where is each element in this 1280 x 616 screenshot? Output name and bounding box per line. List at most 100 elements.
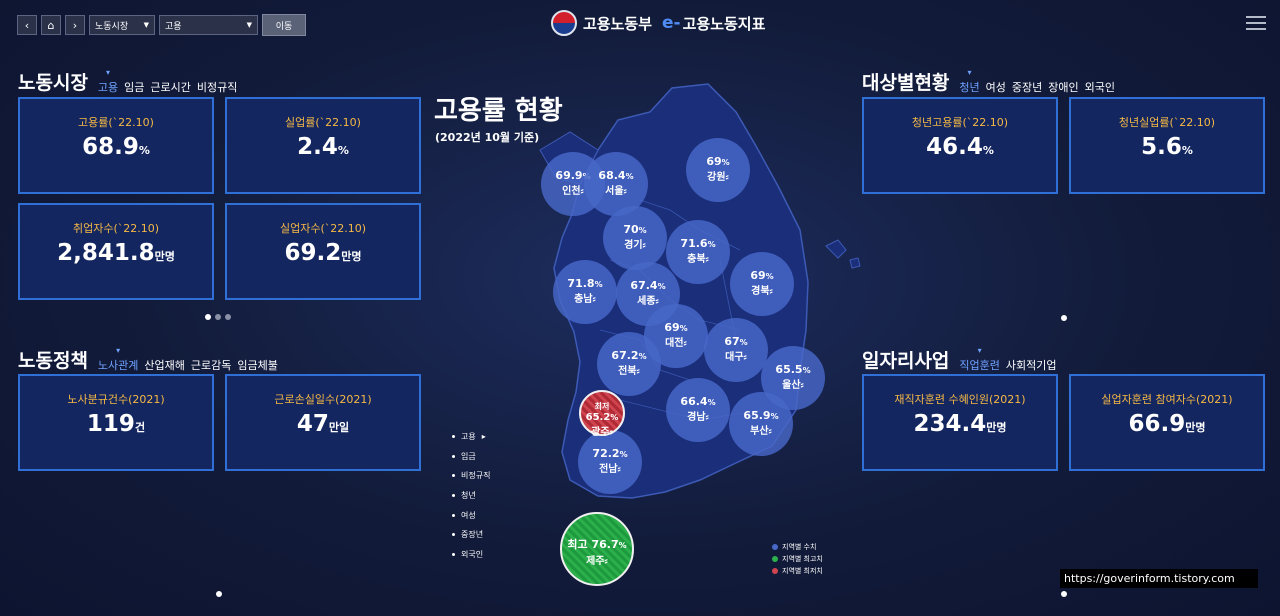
region-unit: % <box>679 324 688 333</box>
region-unit: % <box>618 541 627 550</box>
region-name: 전북 <box>618 366 637 377</box>
region-value: 76.7 <box>591 538 619 551</box>
trend-icon: ⸗ <box>642 240 646 251</box>
region-value: 68.4 <box>598 169 626 182</box>
side-menu-label: 중장년 <box>461 530 484 540</box>
side-menu-item[interactable]: 임금 <box>452 447 490 467</box>
legend-item: 지역별 수치 <box>772 541 823 553</box>
region-name: 제주 <box>586 556 605 567</box>
highest-prefix: 최고 <box>567 538 588 551</box>
region-unit: % <box>610 413 619 422</box>
trend-icon: ⸗ <box>604 556 608 567</box>
map-island <box>849 257 861 269</box>
trend-icon: ⸗ <box>769 286 773 297</box>
region-name: 경남 <box>687 412 706 423</box>
map-legend: 지역별 수치 지역별 최고치 지역별 최저치 <box>772 541 823 577</box>
region-name: 충남 <box>574 294 593 305</box>
legend-label: 지역별 수치 <box>782 543 817 551</box>
region-unit: % <box>707 398 716 407</box>
trend-icon: ⸗ <box>800 380 804 391</box>
watermark-url: https://goverinform.tistory.com <box>1060 569 1258 588</box>
side-menu-item[interactable]: 외국인 <box>452 545 490 565</box>
region-bubble-gangwon[interactable]: 69% 강원⸗ <box>686 138 750 202</box>
region-unit: % <box>638 352 647 361</box>
legend-item: 지역별 최저치 <box>772 565 823 577</box>
region-bubble-gyeonggi[interactable]: 70% 경기⸗ <box>603 206 667 270</box>
region-value: 69 <box>750 269 766 282</box>
legend-swatch <box>772 544 778 550</box>
region-name: 경북 <box>751 286 770 297</box>
side-menu-item[interactable]: 고용 ▸ <box>452 427 490 447</box>
region-bubble-chungbuk[interactable]: 71.6% 충북⸗ <box>666 220 730 284</box>
trend-icon: ⸗ <box>768 426 772 437</box>
trend-icon: ⸗ <box>592 294 596 305</box>
region-bubble-gyeongnam[interactable]: 66.4% 경남⸗ <box>666 378 730 442</box>
region-unit: % <box>721 158 730 167</box>
region-unit: % <box>707 240 716 249</box>
region-value: 67 <box>724 335 740 348</box>
region-unit: % <box>619 450 628 459</box>
trend-icon: ⸗ <box>683 338 687 349</box>
region-value: 71.6 <box>680 237 708 250</box>
side-menu-item[interactable]: 청년 <box>452 486 490 506</box>
map-title: 고용률 현황 <box>434 96 563 126</box>
region-value: 65.2 <box>585 412 611 423</box>
region-name: 세종 <box>637 296 656 307</box>
region-name: 전남 <box>599 464 618 475</box>
region-name: 울산 <box>782 380 801 391</box>
region-bubble-busan[interactable]: 65.9% 부산⸗ <box>729 392 793 456</box>
side-menu-label: 여성 <box>461 510 476 520</box>
trend-icon: ⸗ <box>743 352 747 363</box>
side-menu-label: 비정규직 <box>461 471 491 481</box>
map-island <box>825 239 847 259</box>
side-menu-label: 청년 <box>461 491 476 501</box>
side-menu-item[interactable]: 중장년 <box>452 525 490 545</box>
region-bubble-jeonnam[interactable]: 72.2% 전남⸗ <box>578 430 642 494</box>
lowest-prefix: 최저 <box>594 402 610 411</box>
region-name: 대전 <box>665 338 684 349</box>
region-value: 69 <box>706 155 722 168</box>
region-name: 인천 <box>562 186 581 197</box>
trend-icon: ⸗ <box>705 412 709 423</box>
legend-swatch <box>772 568 778 574</box>
region-value: 67.4 <box>630 279 658 292</box>
side-menu-item[interactable]: 비정규직 <box>452 466 490 486</box>
region-bubble-jeonbuk[interactable]: 67.2% 전북⸗ <box>597 332 661 396</box>
side-menu-item[interactable]: 여성 <box>452 505 490 525</box>
side-menu-label: 임금 <box>461 451 476 461</box>
region-unit: % <box>765 272 774 281</box>
region-bubble-daegu[interactable]: 67% 대구⸗ <box>704 318 768 382</box>
region-unit: % <box>625 172 634 181</box>
region-unit: % <box>802 366 811 375</box>
region-value: 72.2 <box>592 447 620 460</box>
legend-label: 지역별 최저치 <box>782 567 823 575</box>
region-value: 67.2 <box>611 349 639 362</box>
trend-icon: ⸗ <box>617 464 621 475</box>
region-bubble-gyeongbuk[interactable]: 69% 경북⸗ <box>730 252 794 316</box>
indicator-side-menu: 고용 ▸ 임금 비정규직 청년 여성 중장년 외국인 <box>452 427 490 564</box>
region-unit: % <box>739 338 748 347</box>
side-menu-label: 고용 <box>461 432 476 442</box>
legend-label: 지역별 최고치 <box>782 555 823 563</box>
trend-icon: ⸗ <box>705 254 709 265</box>
play-icon: ▸ <box>481 432 486 442</box>
region-bubble-chungnam[interactable]: 71.8% 충남⸗ <box>553 260 617 324</box>
region-bubble-gwangju-lowest[interactable]: 최저65.2% 광주⸗ <box>579 390 625 438</box>
trend-icon: ⸗ <box>655 296 659 307</box>
region-name: 강원 <box>707 172 726 183</box>
region-name: 부산 <box>750 426 769 437</box>
map-subtitle: (2022년 10월 기준) <box>435 131 540 144</box>
region-value: 69 <box>664 321 680 334</box>
region-bubble-jeju-highest[interactable]: 최고 76.7% 제주⸗ <box>560 512 634 586</box>
region-unit: % <box>594 280 603 289</box>
region-value: 71.8 <box>567 277 595 290</box>
trend-icon: ⸗ <box>725 172 729 183</box>
side-menu-label: 외국인 <box>461 549 484 559</box>
trend-icon: ⸗ <box>623 186 627 197</box>
trend-icon: ⸗ <box>636 366 640 377</box>
region-unit: % <box>657 282 666 291</box>
region-unit: % <box>638 226 647 235</box>
region-unit: % <box>770 412 779 421</box>
legend-swatch <box>772 556 778 562</box>
region-name: 충북 <box>687 254 706 265</box>
